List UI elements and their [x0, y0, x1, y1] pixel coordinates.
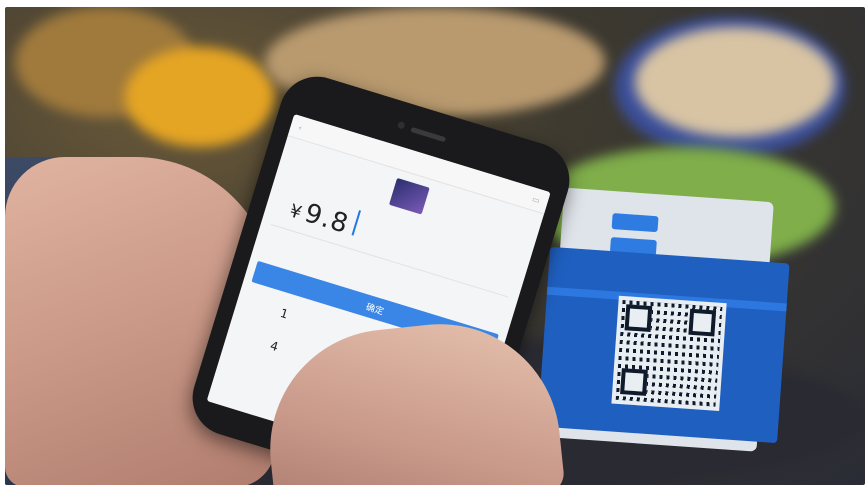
qr-finder-pattern — [624, 304, 653, 333]
background-corn — [125, 47, 275, 147]
payment-logo-icon — [611, 213, 659, 233]
qr-finder-pattern — [688, 308, 717, 337]
back-icon[interactable]: ‹ — [297, 123, 303, 133]
amount-value: 9.8 — [301, 198, 353, 240]
speaker-grille — [410, 126, 447, 143]
text-caret — [351, 210, 361, 236]
battery-icon: ▭ — [531, 194, 542, 205]
currency-symbol: ¥ — [286, 200, 305, 224]
qr-payment-sign — [536, 187, 794, 463]
background-mushrooms — [635, 27, 835, 137]
photo-scene: ‹ ▭ ¥ 9.8 确定 1 2 3 4 5 6 确定 — [5, 7, 865, 485]
front-camera-icon — [396, 120, 406, 130]
qr-finder-pattern — [620, 368, 648, 396]
